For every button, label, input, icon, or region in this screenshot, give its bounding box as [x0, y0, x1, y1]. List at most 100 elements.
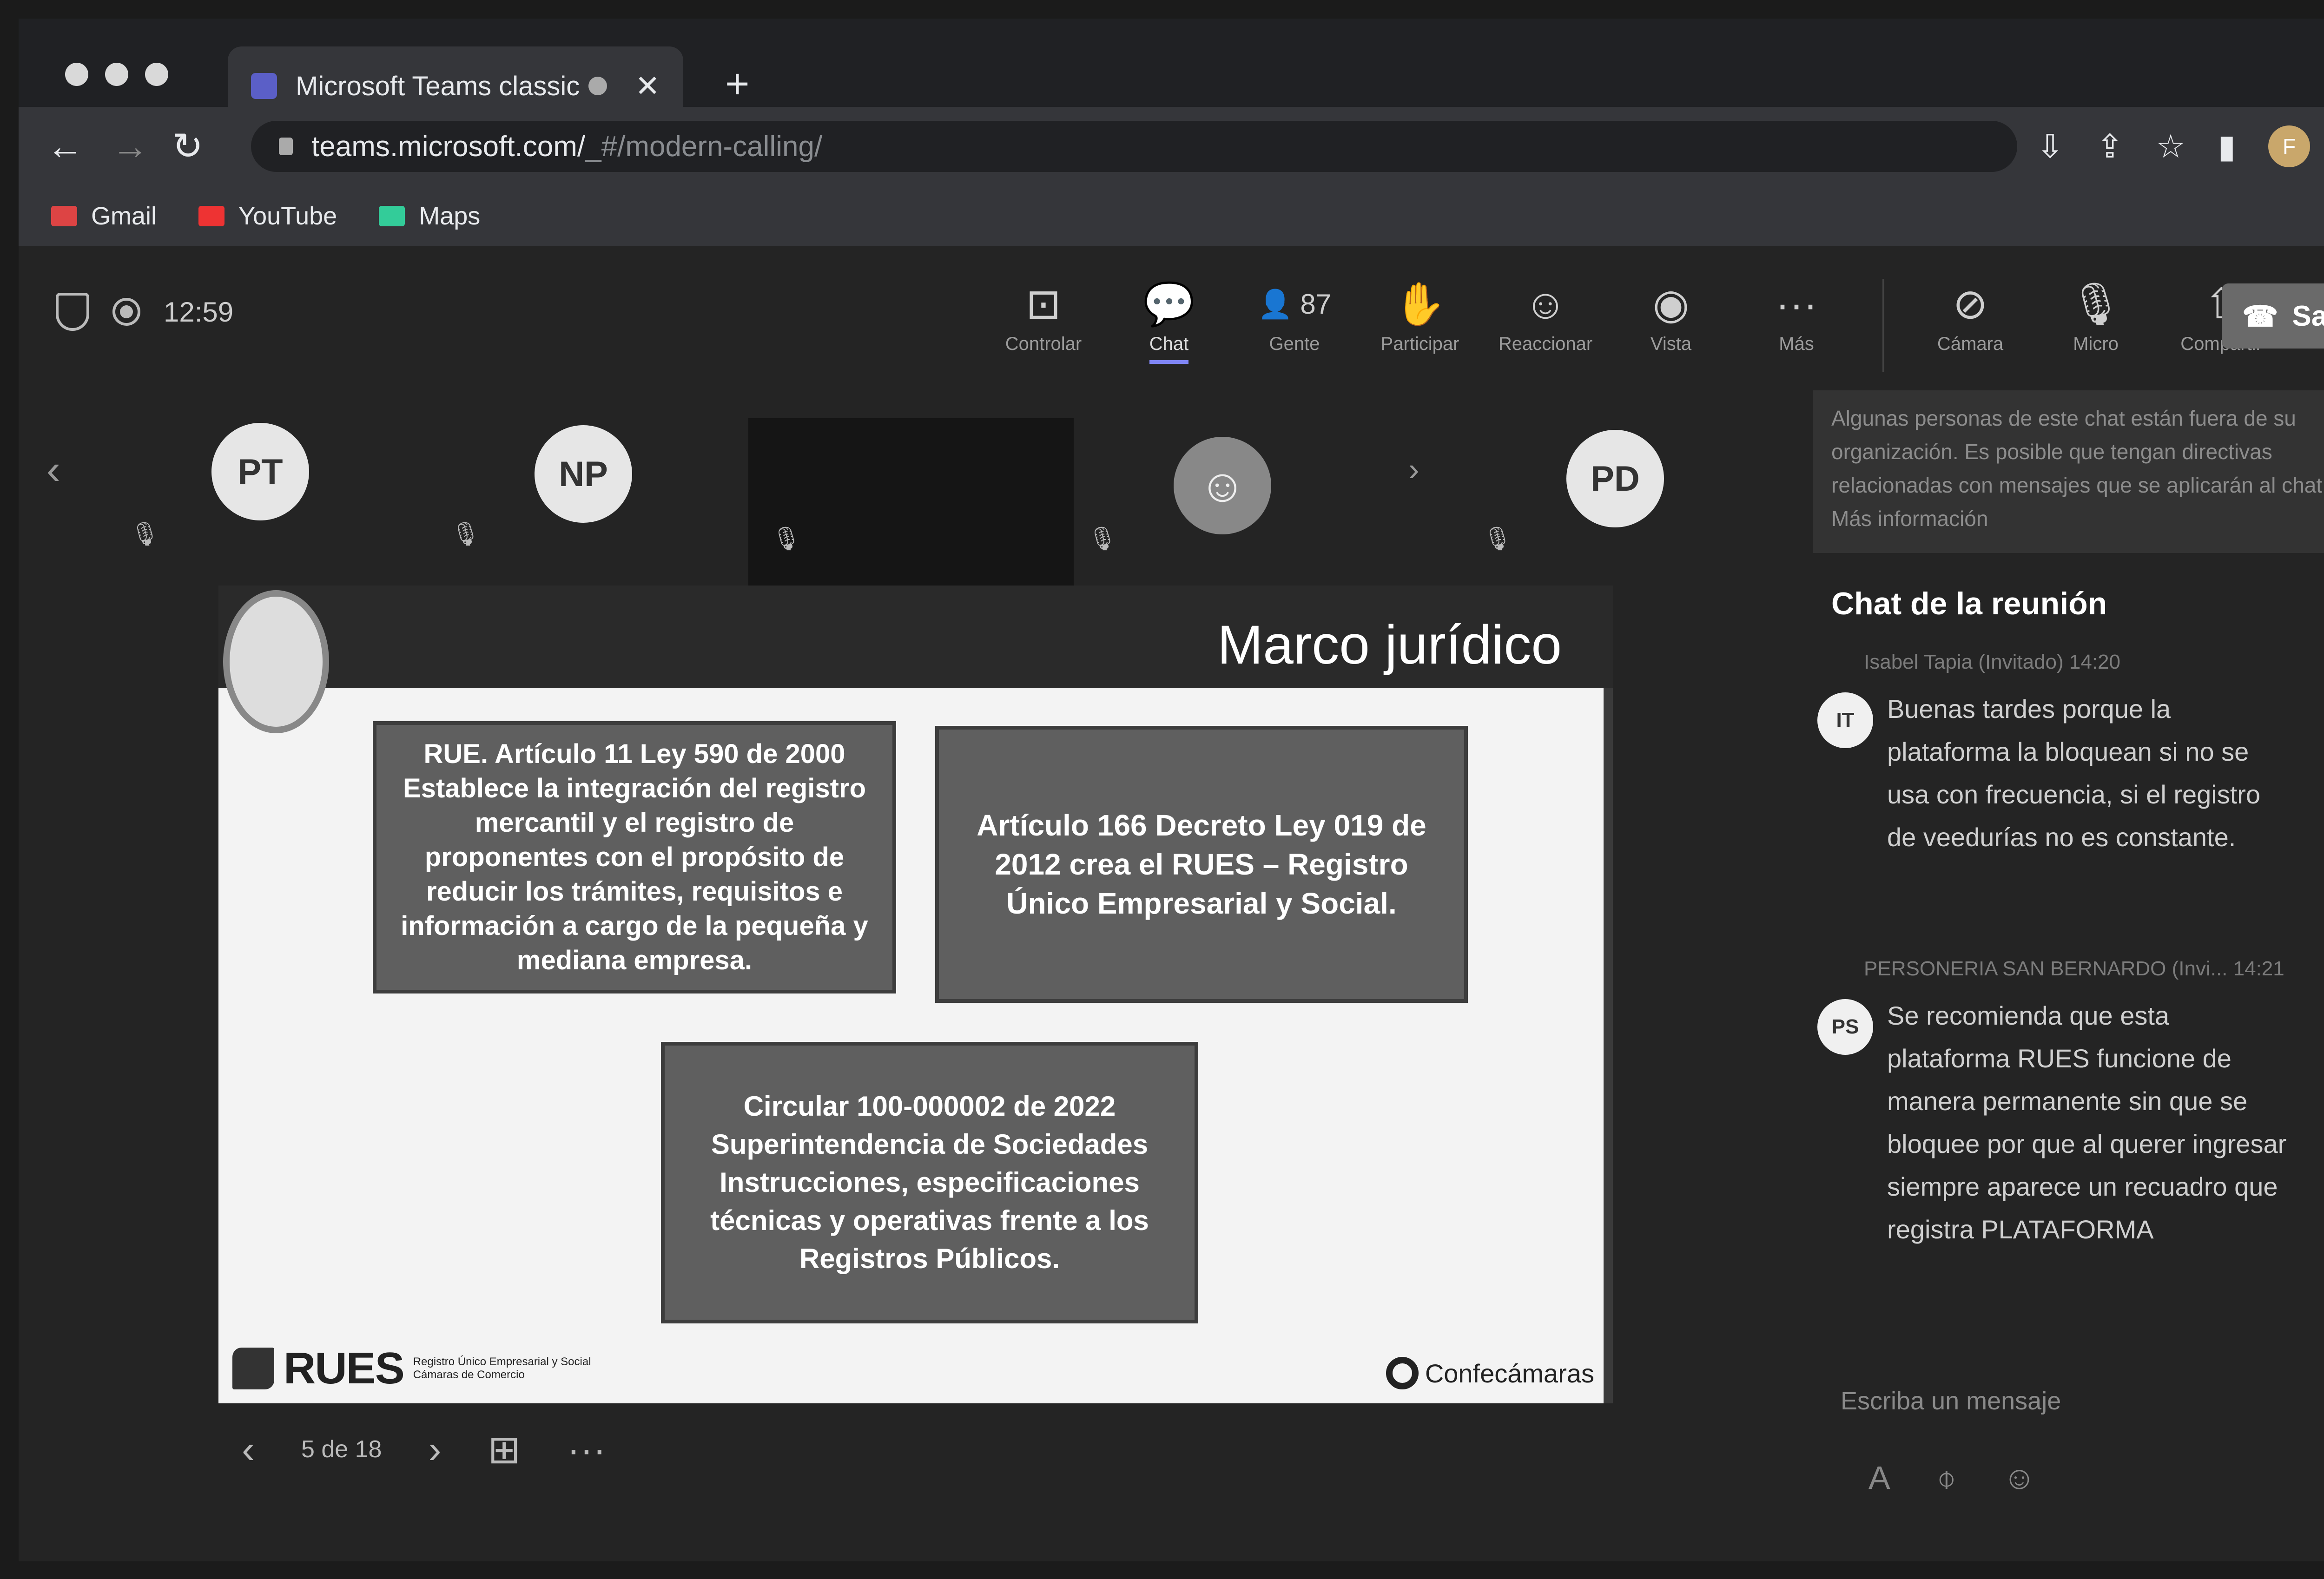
confecamaras-mark-icon [1386, 1357, 1419, 1389]
shared-content: RUE. Artículo 11 Ley 590 de 2000 Estable… [218, 586, 1613, 1403]
participant-photo-avatar[interactable]: ☺ [1174, 437, 1271, 534]
share-icon[interactable]: ⇪ [2096, 127, 2124, 165]
emoji-icon[interactable]: ☺ [2003, 1459, 2036, 1497]
side-panel-icon[interactable]: ▮ [2218, 127, 2236, 165]
url-host: teams.microsoft.com/ [311, 130, 586, 163]
teams-favicon-icon [251, 73, 277, 99]
leave-button[interactable]: ☎ Salir [2222, 283, 2324, 349]
format-icon[interactable]: A [1868, 1459, 1890, 1497]
address-bar[interactable]: teams.microsoft.com/ _#/modern-calling/ [251, 121, 2017, 172]
maps-icon [379, 206, 405, 226]
browser-tab-strip: Microsoft Teams classic ✕ + ⌄ [19, 19, 2324, 125]
meeting-toolbar: ⊡ Controlar 💬 Chat 👤 87 Gente ✋ Particip… [990, 279, 2275, 372]
participant-avatar[interactable]: PD [1566, 430, 1664, 527]
lock-icon[interactable] [279, 138, 293, 155]
toolbar-label: Cámara [1937, 334, 2004, 354]
raise-hand-button[interactable]: ✋ Participar [1367, 279, 1473, 372]
slide-grid-icon[interactable]: ⊞ [488, 1427, 520, 1472]
message-meta: PERSONERIA SAN BERNARDO (Invi... 14:21 [1864, 957, 2284, 980]
meeting-timer: 12:59 [164, 296, 234, 328]
next-participants-arrow-icon[interactable]: › [1408, 451, 1419, 488]
react-button[interactable]: ☺ Reaccionar [1492, 279, 1599, 372]
control-button[interactable]: ⊡ Controlar [990, 279, 1097, 372]
toolbar-label: Gente [1269, 334, 1320, 354]
toolbar-label: Reaccionar [1498, 334, 1593, 354]
toolbar-label: Más [1779, 334, 1814, 354]
new-tab-button[interactable]: + [725, 60, 750, 108]
reaction-icon: ☺ [1524, 281, 1567, 328]
view-button[interactable]: ◉ Vista [1618, 279, 1724, 372]
slide-canvas: RUE. Artículo 11 Ley 590 de 2000 Estable… [218, 688, 1604, 1403]
rues-logo-mark-icon [232, 1348, 274, 1389]
chat-avatar[interactable]: PS [1817, 999, 1873, 1055]
chat-avatar[interactable]: IT [1817, 692, 1873, 748]
teams-meeting: 12:59 ⊡ Controlar 💬 Chat 👤 87 Gente ✋ Pa [19, 246, 2324, 1561]
screen: Microsoft Teams classic ✕ + ⌄ ← → ↻ team… [0, 0, 2324, 1579]
notice-text: Algunas personas de este chat están fuer… [1831, 406, 2324, 531]
participant-avatar[interactable]: NP [535, 425, 632, 523]
mic-muted-icon: 🎙 [1088, 526, 1117, 552]
url-path: _#/modern-calling/ [585, 130, 823, 163]
bookmark-label: Gmail [91, 202, 157, 230]
bookmarks-bar: Gmail YouTube Maps [19, 186, 2324, 246]
tab-title: Microsoft Teams classic [296, 71, 580, 101]
chat-compose-input[interactable]: Escriba un mensaje [1813, 1362, 2324, 1441]
gmail-icon [51, 206, 77, 226]
next-slide-arrow-icon[interactable]: › [428, 1427, 441, 1472]
external-users-notice: Algunas personas de este chat están fuer… [1813, 390, 2324, 553]
control-icon: ⊡ [1026, 281, 1061, 328]
leave-label: Salir [2292, 300, 2324, 332]
participant-avatar[interactable]: PT [211, 423, 309, 520]
slide-page-indicator: 5 de 18 [301, 1436, 382, 1463]
download-icon[interactable]: ⇩ [2036, 127, 2064, 165]
mic-off-icon: 🎙 [2069, 281, 2123, 328]
browser-navbar: ← → ↻ teams.microsoft.com/ _#/modern-cal… [19, 107, 2324, 186]
confecamaras-logo-text: Confecámaras [1425, 1358, 1594, 1388]
tab-audio-icon[interactable] [588, 77, 607, 95]
message-meta: Isabel Tapia (Invitado) 14:20 [1864, 651, 2120, 673]
mic-muted-icon: 🎙 [451, 521, 481, 547]
toolbar-label: Participar [1380, 334, 1459, 354]
profile-avatar[interactable]: F [2268, 125, 2310, 167]
slide-logo-icon [223, 590, 329, 733]
bookmark-youtube[interactable]: YouTube [198, 202, 337, 230]
prev-slide-arrow-icon[interactable]: ‹ [242, 1427, 255, 1472]
mic-muted-icon: 🎙 [772, 526, 801, 552]
prev-participants-arrow-icon[interactable]: ‹ [46, 446, 60, 494]
attach-icon[interactable]: ⌽ [1937, 1459, 1956, 1497]
people-button[interactable]: 👤 87 Gente [1241, 279, 1348, 372]
chat-button[interactable]: 💬 Chat [1116, 279, 1222, 372]
meeting-topbar: 12:59 ⊡ Controlar 💬 Chat 👤 87 Gente ✋ Pa [19, 246, 2324, 386]
camera-button[interactable]: ⊘ Cámara [1917, 279, 2024, 372]
close-window-button[interactable] [65, 63, 88, 86]
forward-arrow-icon[interactable]: → [112, 128, 149, 165]
mic-muted-icon: 🎙 [130, 521, 160, 547]
bookmark-star-icon[interactable]: ☆ [2156, 127, 2185, 165]
toolbar-label: Vista [1650, 334, 1692, 354]
browser-actions: ⇩ ⇪ ☆ ▮ F ⋮ [2036, 125, 2324, 167]
toolbar-label: Chat [1149, 334, 1189, 364]
slide-more-icon[interactable]: ··· [567, 1427, 606, 1472]
mic-button[interactable]: 🎙 Micro [2042, 279, 2149, 372]
rues-logo: RUES Registro Único Empresarial y Social… [232, 1343, 599, 1394]
toolbar-divider [1882, 279, 1884, 372]
more-button[interactable]: ··· Más [1743, 279, 1850, 372]
minimize-window-button[interactable] [105, 63, 128, 86]
bookmark-gmail[interactable]: Gmail [51, 202, 157, 230]
back-arrow-icon[interactable]: ← [46, 128, 84, 165]
phone-hangup-icon: ☎ [2242, 300, 2278, 333]
shield-icon[interactable] [56, 293, 89, 331]
hand-icon: ✋ [1393, 281, 1446, 328]
more-icon: ··· [1776, 281, 1817, 328]
toolbar-label: Controlar [1005, 334, 1082, 354]
reload-icon[interactable]: ↻ [172, 128, 203, 165]
maximize-window-button[interactable] [145, 63, 168, 86]
confecamaras-logo: Confecámaras [1386, 1357, 1594, 1389]
tab-close-icon[interactable]: ✕ [635, 69, 660, 104]
bookmark-maps[interactable]: Maps [379, 202, 480, 230]
window-controls [65, 63, 168, 86]
bookmark-label: YouTube [238, 202, 337, 230]
rues-logo-subtitle: Registro Único Empresarial y Social Cáma… [413, 1355, 591, 1381]
slide-box-circular: Circular 100-000002 de 2022 Superintende… [665, 1046, 1195, 1320]
meeting-info: 12:59 [56, 293, 233, 331]
